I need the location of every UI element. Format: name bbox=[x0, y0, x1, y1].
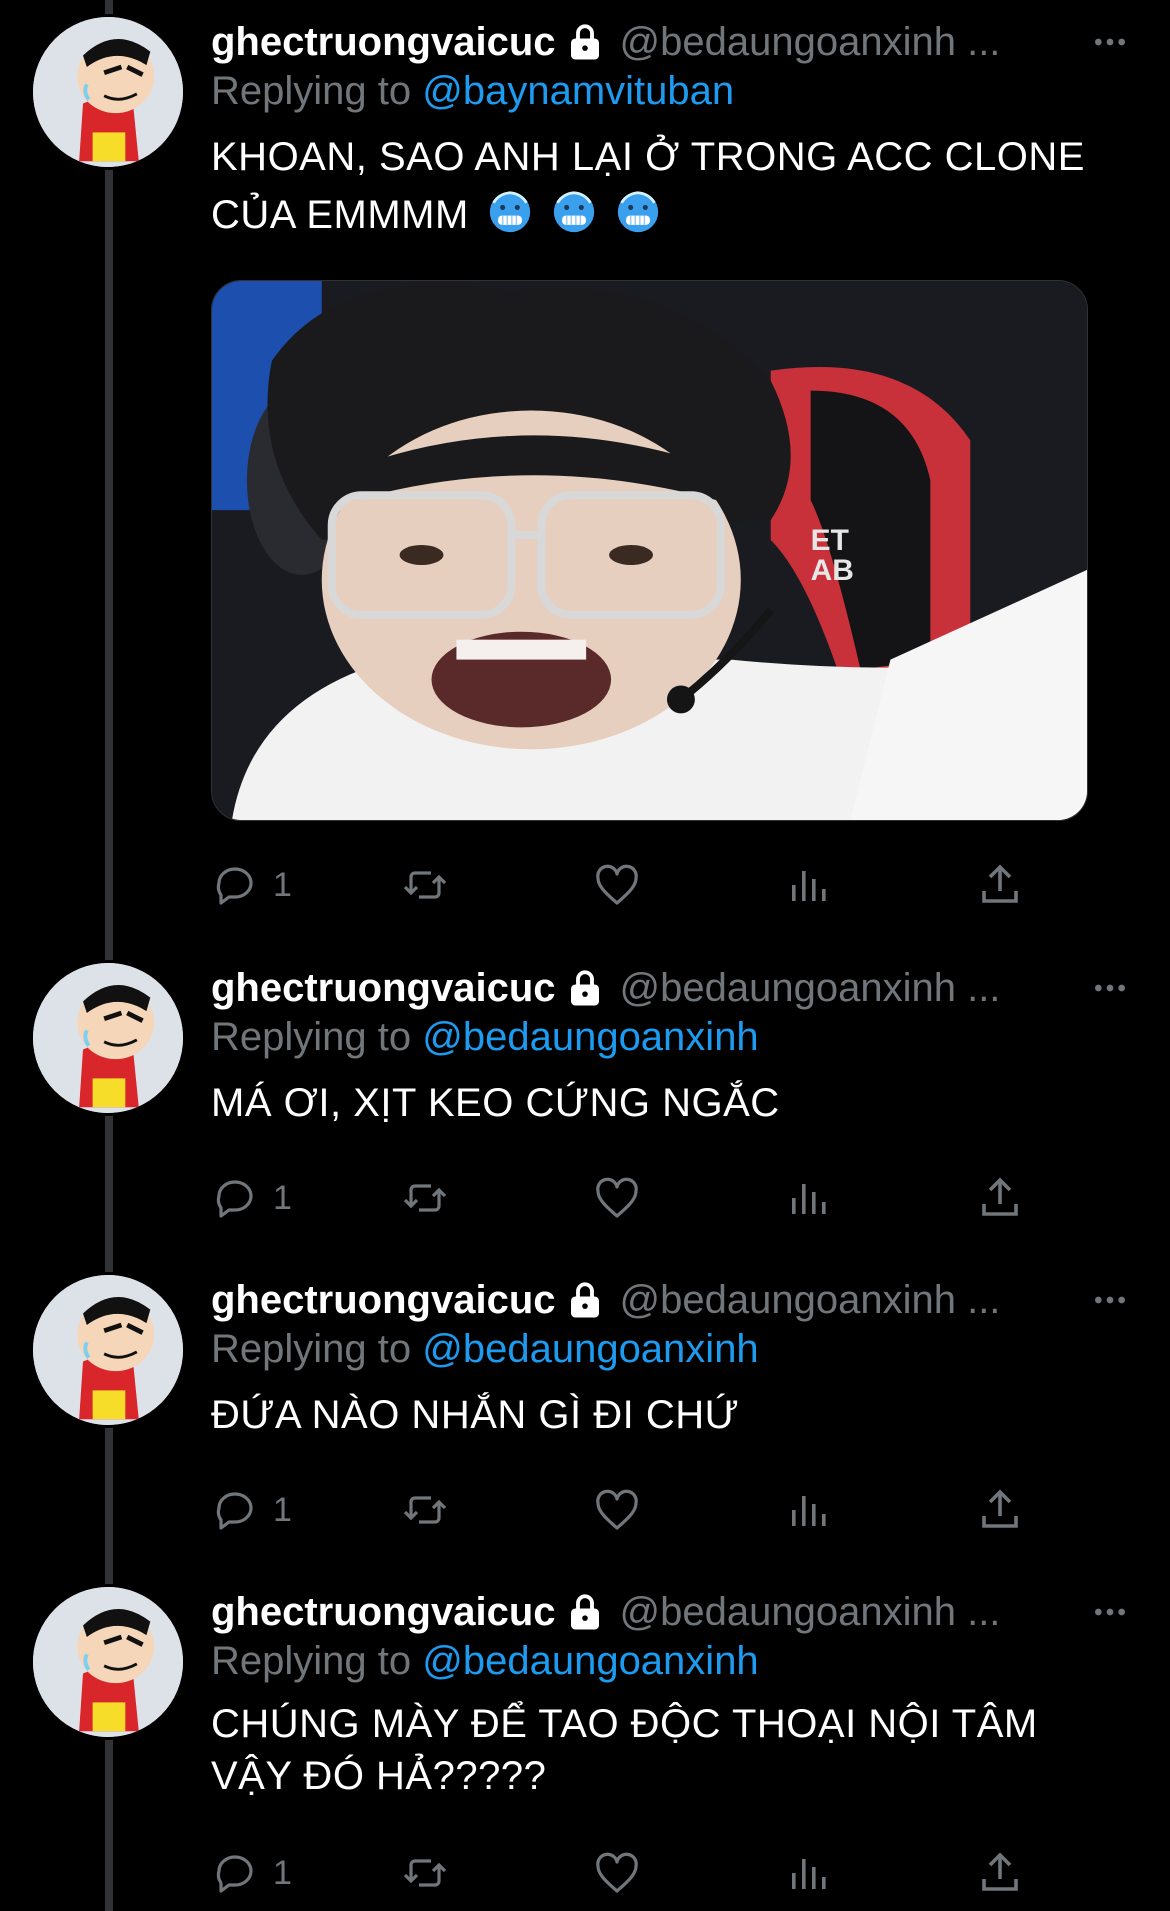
share-button[interactable] bbox=[976, 1482, 1024, 1538]
views-button[interactable] bbox=[784, 1482, 832, 1538]
share-icon bbox=[976, 1174, 1024, 1222]
tweet-actions: 1 bbox=[211, 1482, 1041, 1538]
retweet-icon bbox=[401, 1174, 449, 1222]
lock-icon bbox=[564, 1591, 606, 1633]
lock-icon bbox=[564, 967, 606, 1009]
tweet-actions: 1 bbox=[211, 1170, 1041, 1226]
replying-to-link[interactable]: @baynamvituban bbox=[422, 69, 734, 113]
reply-button[interactable]: 1 bbox=[211, 1845, 292, 1901]
display-name[interactable]: ghectruongvaicuc bbox=[211, 966, 556, 1011]
share-button[interactable] bbox=[976, 1170, 1024, 1226]
reply-count: 1 bbox=[273, 1490, 292, 1529]
share-button[interactable] bbox=[976, 857, 1024, 913]
replying-to-link[interactable]: @bedaungoanxinh bbox=[422, 1327, 758, 1371]
analytics-icon bbox=[784, 1849, 832, 1897]
more-icon[interactable] bbox=[1090, 1280, 1130, 1320]
heart-icon bbox=[593, 1486, 641, 1534]
replying-to: Replying to @baynamvituban bbox=[211, 66, 1130, 116]
tweet-header: ghectruongvaicuc @bedaungoanxinh ... bbox=[211, 1588, 1130, 1636]
reply-icon bbox=[211, 1174, 259, 1222]
tweet-actions: 1 bbox=[211, 1845, 1041, 1901]
views-button[interactable] bbox=[784, 857, 832, 913]
replying-to: Replying to @bedaungoanxinh bbox=[211, 1012, 1130, 1062]
replying-to: Replying to @bedaungoanxinh bbox=[211, 1324, 1130, 1374]
tweet-header: ghectruongvaicuc @bedaungoanxinh ... bbox=[211, 1276, 1130, 1324]
replying-to: Replying to @bedaungoanxinh bbox=[211, 1636, 1130, 1686]
views-button[interactable] bbox=[784, 1170, 832, 1226]
cold-face-emoji bbox=[488, 190, 532, 234]
tweet-text: KHOAN, SAO ANH LẠI Ở TRONG ACC CLONE CỦA… bbox=[211, 128, 1130, 244]
reply-icon bbox=[211, 1849, 259, 1897]
tweet-header: ghectruongvaicuc @bedaungoanxinh ... bbox=[211, 964, 1130, 1012]
retweet-icon bbox=[401, 1486, 449, 1534]
reply-button[interactable]: 1 bbox=[211, 1170, 292, 1226]
heart-icon bbox=[593, 861, 641, 909]
svg-text:AB: AB bbox=[811, 554, 854, 587]
tweet-content: ghectruongvaicuc @bedaungoanxinh ... Rep… bbox=[211, 18, 1130, 821]
tweet-text: ĐỨA NÀO NHẮN GÌ ĐI CHỨ bbox=[211, 1393, 740, 1437]
analytics-icon bbox=[784, 1486, 832, 1534]
tweet-content: ghectruongvaicuc @bedaungoanxinh ... Rep… bbox=[211, 964, 1130, 1132]
retweet-button[interactable] bbox=[401, 1482, 449, 1538]
reply-button[interactable]: 1 bbox=[211, 1482, 292, 1538]
reply-icon bbox=[211, 1486, 259, 1534]
avatar[interactable] bbox=[30, 1272, 186, 1428]
share-icon bbox=[976, 1849, 1024, 1897]
analytics-icon bbox=[784, 861, 832, 909]
avatar[interactable] bbox=[30, 960, 186, 1116]
display-name[interactable]: ghectruongvaicuc bbox=[211, 1590, 556, 1635]
lock-icon bbox=[564, 1279, 606, 1321]
user-handle[interactable]: @bedaungoanxinh ... bbox=[620, 1278, 1001, 1323]
tweet-header: ghectruongvaicuc @bedaungoanxinh ... bbox=[211, 18, 1130, 66]
reply-count: 1 bbox=[273, 865, 292, 904]
user-handle[interactable]: @bedaungoanxinh ... bbox=[620, 966, 1001, 1011]
lock-icon bbox=[564, 21, 606, 63]
like-button[interactable] bbox=[593, 1170, 641, 1226]
more-icon[interactable] bbox=[1090, 22, 1130, 62]
svg-text:ET: ET bbox=[811, 524, 849, 557]
heart-icon bbox=[593, 1849, 641, 1897]
more-icon[interactable] bbox=[1090, 1592, 1130, 1632]
replying-to-label: Replying to bbox=[211, 69, 423, 113]
avatar[interactable] bbox=[30, 14, 186, 170]
tweet-actions: 1 bbox=[211, 857, 1041, 913]
heart-icon bbox=[593, 1174, 641, 1222]
user-handle[interactable]: @bedaungoanxinh ... bbox=[620, 1590, 1001, 1635]
views-button[interactable] bbox=[784, 1845, 832, 1901]
tweet-media-image[interactable]: ET AB bbox=[211, 280, 1088, 821]
like-button[interactable] bbox=[593, 1482, 641, 1538]
share-button[interactable] bbox=[976, 1845, 1024, 1901]
avatar[interactable] bbox=[30, 1584, 186, 1740]
replying-to-label: Replying to bbox=[211, 1015, 423, 1059]
cold-face-emoji bbox=[616, 190, 660, 234]
replying-to-link[interactable]: @bedaungoanxinh bbox=[422, 1639, 758, 1683]
like-button[interactable] bbox=[593, 857, 641, 913]
tweet-text: MÁ ƠI, XỊT KEO CỨNG NGẮC bbox=[211, 1081, 780, 1125]
share-icon bbox=[976, 861, 1024, 909]
tweet-text: CHÚNG MÀY ĐỂ TAO ĐỘC THOẠI NỘI TÂM VẬY Đ… bbox=[211, 1702, 1038, 1798]
retweet-icon bbox=[401, 861, 449, 909]
retweet-button[interactable] bbox=[401, 857, 449, 913]
share-icon bbox=[976, 1486, 1024, 1534]
retweet-button[interactable] bbox=[401, 1170, 449, 1226]
display-name[interactable]: ghectruongvaicuc bbox=[211, 1278, 556, 1323]
replying-to-label: Replying to bbox=[211, 1327, 423, 1371]
reply-icon bbox=[211, 861, 259, 909]
user-handle[interactable]: @bedaungoanxinh ... bbox=[620, 20, 1001, 65]
reply-count: 1 bbox=[273, 1178, 292, 1217]
replying-to-link[interactable]: @bedaungoanxinh bbox=[422, 1015, 758, 1059]
tweet-content: ghectruongvaicuc @bedaungoanxinh ... Rep… bbox=[211, 1588, 1130, 1802]
cold-face-emoji bbox=[552, 190, 596, 234]
retweet-button[interactable] bbox=[401, 1845, 449, 1901]
reply-button[interactable]: 1 bbox=[211, 857, 292, 913]
more-icon[interactable] bbox=[1090, 968, 1130, 1008]
like-button[interactable] bbox=[593, 1845, 641, 1901]
reply-count: 1 bbox=[273, 1853, 292, 1892]
retweet-icon bbox=[401, 1849, 449, 1897]
replying-to-label: Replying to bbox=[211, 1639, 423, 1683]
analytics-icon bbox=[784, 1174, 832, 1222]
display-name[interactable]: ghectruongvaicuc bbox=[211, 20, 556, 65]
tweet-content: ghectruongvaicuc @bedaungoanxinh ... Rep… bbox=[211, 1276, 1130, 1444]
